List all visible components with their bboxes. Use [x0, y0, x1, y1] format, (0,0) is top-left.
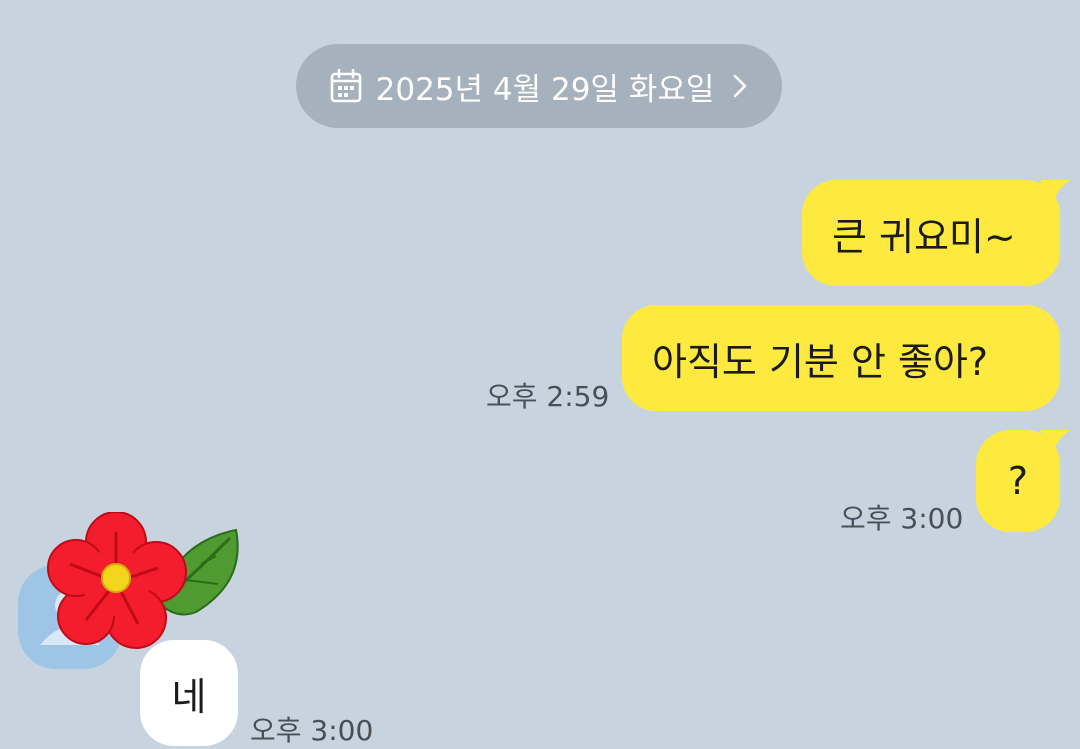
message-time: 오후 2:59 — [486, 380, 610, 413]
message-text: 아직도 기분 안 좋아? — [652, 339, 989, 384]
message-time: 오후 3:00 — [840, 502, 964, 535]
message-text: 큰 귀요미~ — [832, 214, 1016, 259]
calendar-icon — [330, 69, 361, 103]
message-bubble[interactable]: 큰 귀요미~ — [802, 180, 1060, 286]
flower-sticker-icon — [47, 512, 239, 649]
bubble-tail — [1040, 430, 1070, 454]
date-label: 2025년 4월 29일 화요일 — [375, 71, 715, 108]
message-text: 네 — [171, 674, 207, 719]
message-bubble[interactable]: 네 — [140, 640, 238, 746]
message-bubble[interactable]: 아직도 기분 안 좋아? — [622, 305, 1060, 411]
message-text: ? — [1007, 459, 1029, 503]
chevron-right-icon — [734, 74, 747, 98]
bubble-tail — [1040, 180, 1070, 204]
message-time: 오후 3:00 — [250, 714, 374, 747]
date-header-button[interactable]: 2025년 4월 29일 화요일 — [296, 44, 782, 128]
